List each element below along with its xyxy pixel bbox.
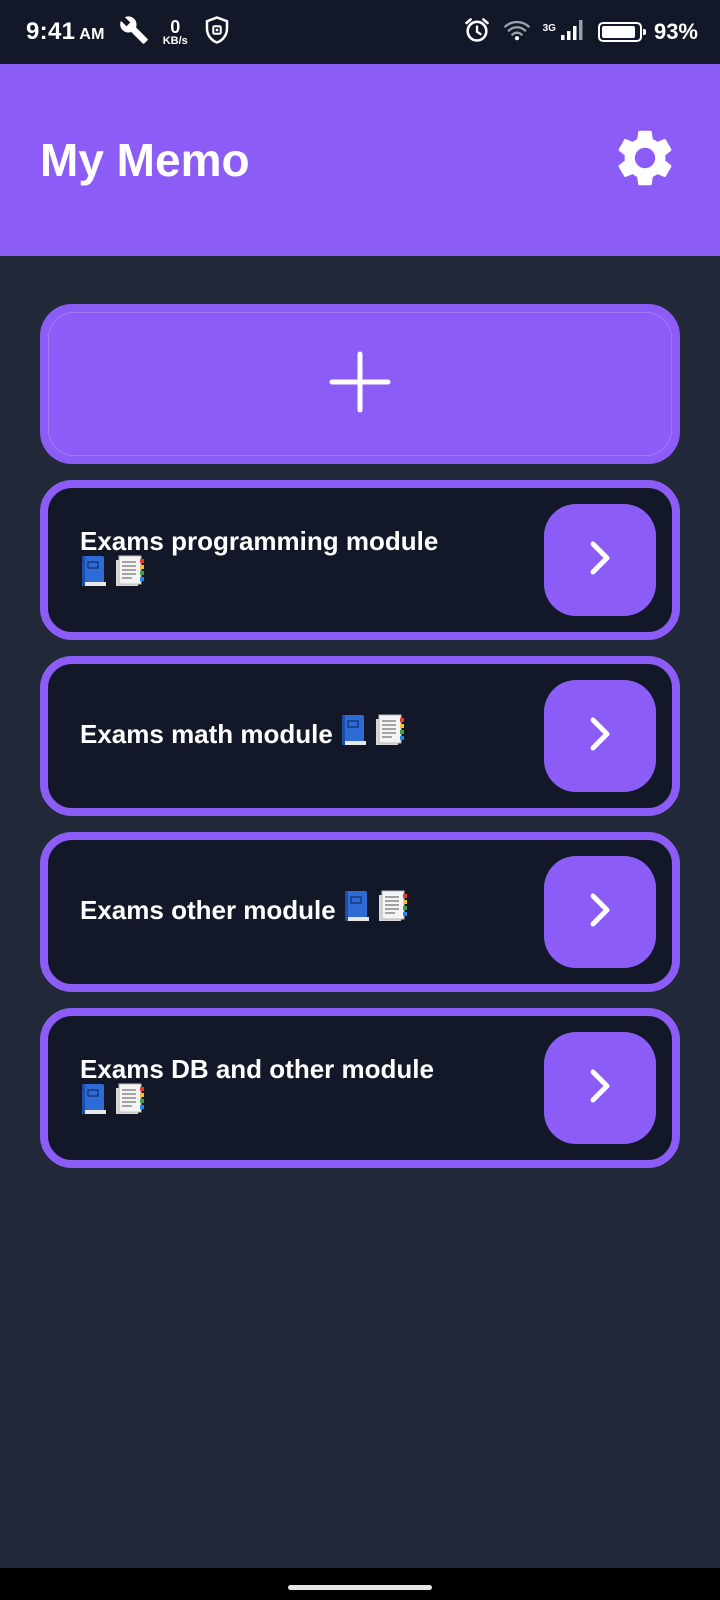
wrench-icon — [119, 15, 149, 50]
battery-percent: 93% — [653, 19, 698, 44]
module-card-db[interactable]: Exams DB and other module — [40, 1008, 680, 1168]
signal-icon — [560, 19, 586, 46]
time-value: 9:41 — [26, 18, 76, 45]
app-header: My Memo — [0, 64, 720, 256]
module-card-math[interactable]: Exams math module — [40, 656, 680, 816]
chevron-right-icon — [585, 1066, 615, 1111]
module-emoji — [343, 889, 409, 931]
home-indicator[interactable] — [288, 1585, 432, 1590]
chevron-right-icon — [585, 890, 615, 935]
status-bar: 9:41 AM 0 KB/s 3G 93% — [0, 0, 720, 64]
module-title-wrapper: Exams programming module — [80, 524, 544, 596]
module-card-programming[interactable]: Exams programming module — [40, 480, 680, 640]
module-title-wrapper: Exams other module — [80, 890, 544, 931]
network-speed: 0 KB/s — [163, 18, 188, 47]
module-title: Exams other module — [80, 894, 336, 925]
module-card-other[interactable]: Exams other module — [40, 832, 680, 992]
status-time: 9:41 AM — [26, 18, 105, 46]
module-title: Exams programming module — [80, 525, 439, 556]
blue-book-icon — [340, 713, 368, 755]
gear-icon — [611, 124, 679, 197]
notepad-icon — [114, 1082, 146, 1124]
settings-button[interactable] — [610, 125, 680, 195]
blue-book-icon — [343, 889, 371, 931]
wifi-icon — [503, 18, 531, 47]
speed-value: 0 — [170, 16, 181, 37]
network-type: 3G — [542, 22, 556, 34]
module-title: Exams math module — [80, 718, 333, 749]
plus-icon — [328, 350, 392, 419]
open-module-button[interactable] — [544, 856, 656, 968]
module-emoji — [340, 713, 406, 755]
open-module-button[interactable] — [544, 1032, 656, 1144]
open-module-button[interactable] — [544, 504, 656, 616]
chevron-right-icon — [585, 714, 615, 759]
module-emoji — [80, 1082, 146, 1124]
module-list: Exams programming module Exams math modu… — [40, 304, 680, 1168]
shield-icon — [202, 15, 232, 50]
open-module-button[interactable] — [544, 680, 656, 792]
alarm-icon — [463, 16, 491, 49]
notepad-icon — [374, 713, 406, 755]
module-title-wrapper: Exams math module — [80, 714, 544, 755]
page-title: My Memo — [40, 134, 250, 186]
speed-unit: KB/s — [162, 34, 188, 47]
module-title: Exams DB and other module — [80, 1053, 434, 1084]
module-emoji — [80, 554, 146, 596]
battery-icon — [597, 22, 646, 42]
notepad-icon — [114, 554, 146, 596]
add-module-button[interactable] — [40, 304, 680, 464]
module-title-wrapper: Exams DB and other module — [80, 1052, 544, 1124]
chevron-right-icon — [585, 538, 615, 583]
navigation-bar — [0, 1568, 720, 1600]
notepad-icon — [377, 889, 409, 931]
time-ampm: AM — [79, 26, 105, 43]
blue-book-icon — [80, 554, 108, 596]
blue-book-icon — [80, 1082, 108, 1124]
